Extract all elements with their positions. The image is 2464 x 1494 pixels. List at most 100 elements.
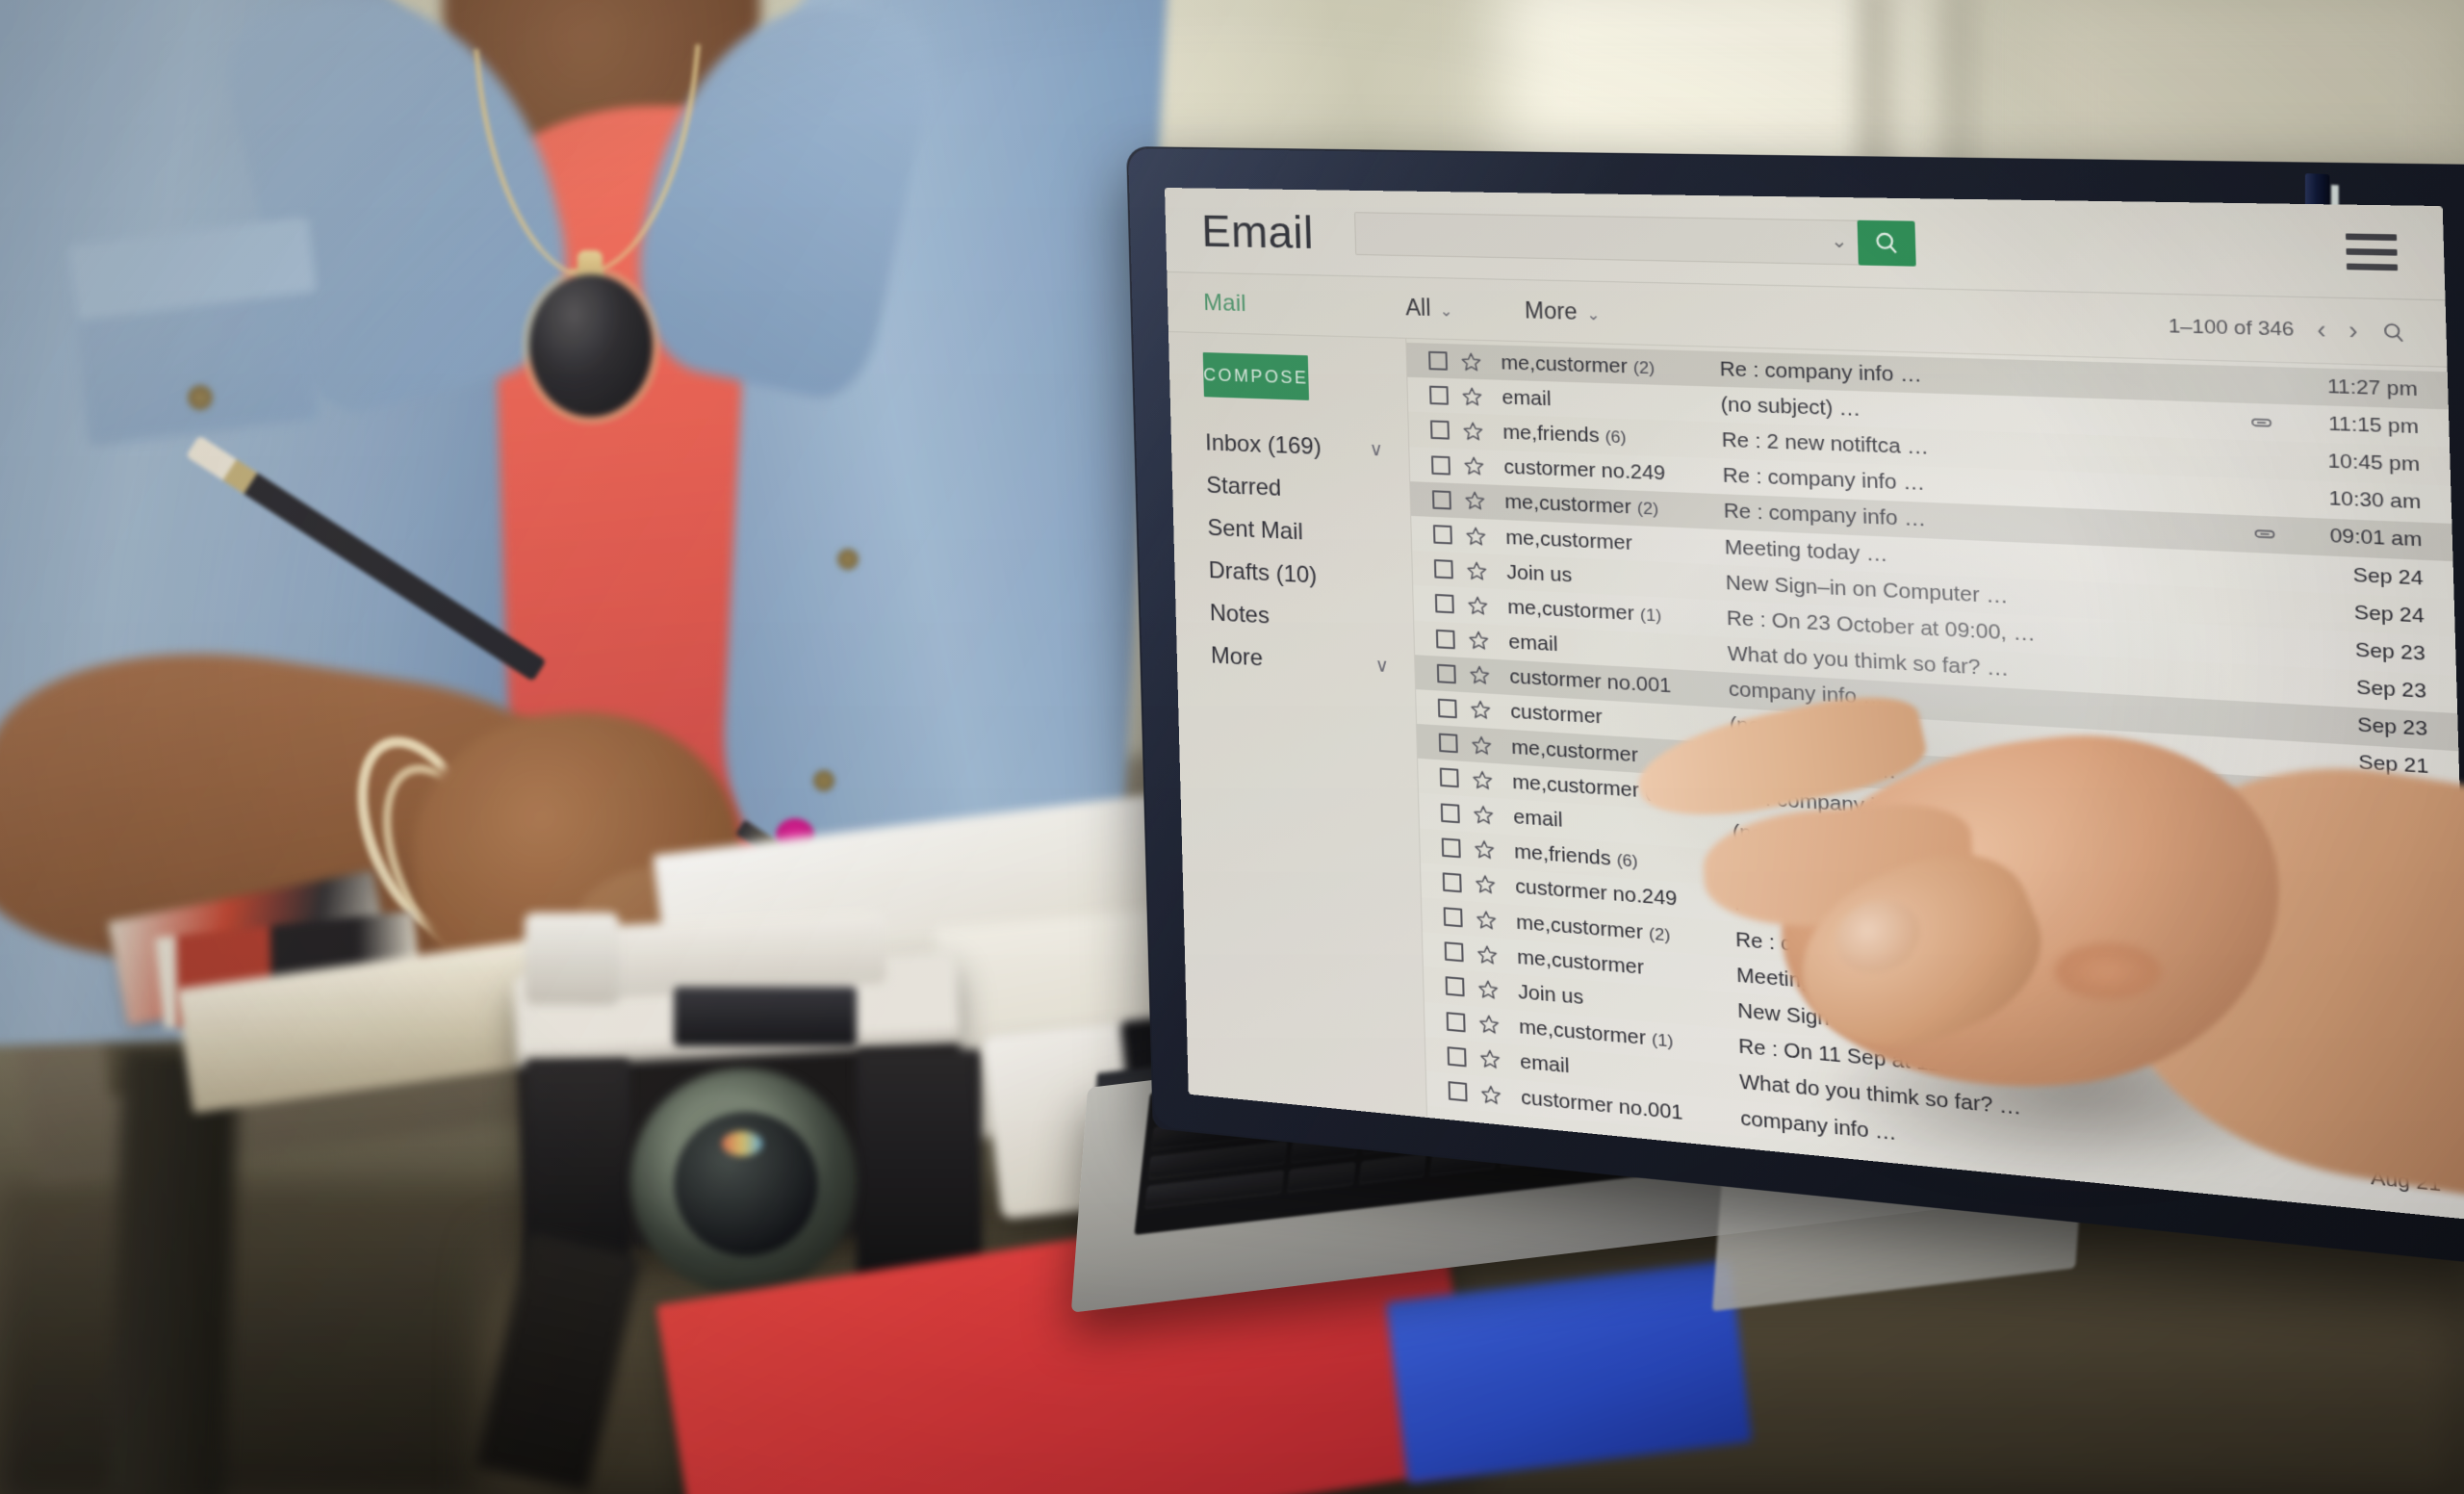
attachment-paperclip-icon: [2244, 415, 2283, 431]
chevron-down-icon[interactable]: ∨: [1370, 438, 1384, 461]
email-checkbox[interactable]: [1441, 803, 1460, 823]
email-timestamp: Sep 24: [2286, 561, 2423, 591]
email-sender-name: me,custormer: [1512, 770, 1639, 802]
search-icon: [1873, 229, 1902, 256]
sidebar-nav-list: Inbox (169) ∨ Starred Sent Mail Drafts (10) N…: [1170, 421, 1415, 689]
app-title: Email: [1201, 204, 1315, 259]
star-icon[interactable]: [1469, 698, 1496, 723]
email-checkbox[interactable]: [1439, 734, 1458, 754]
denim-button: [188, 385, 213, 410]
star-icon[interactable]: [1464, 524, 1491, 549]
attachment-placeholder: [2248, 571, 2287, 573]
star-icon[interactable]: [1461, 419, 1487, 444]
email-timestamp: 10:30 am: [2284, 486, 2421, 515]
attachment-placeholder: [2249, 608, 2288, 610]
email-checkbox[interactable]: [1434, 559, 1453, 579]
email-checkbox[interactable]: [1447, 1012, 1466, 1032]
email-checkbox[interactable]: [1432, 490, 1451, 509]
star-icon[interactable]: [1474, 907, 1501, 933]
filter-more-label: More: [1525, 297, 1578, 324]
attachment-placeholder: [2243, 385, 2281, 386]
sidebar: COMPOSE Inbox (169) ∨ Starred Sent Mail Draf…: [1168, 332, 1427, 1118]
email-thread-count: (2): [1637, 499, 1659, 519]
email-checkbox[interactable]: [1442, 837, 1461, 858]
star-icon[interactable]: [1465, 558, 1492, 583]
star-icon[interactable]: [1466, 593, 1493, 618]
email-checkbox[interactable]: [1438, 699, 1457, 719]
email-checkbox[interactable]: [1429, 386, 1449, 405]
hamburger-menu-icon[interactable]: [2346, 233, 2398, 270]
email-sender-name: email: [1520, 1050, 1570, 1078]
star-icon[interactable]: [1476, 977, 1502, 1003]
chevron-down-icon: ⌄: [1440, 303, 1453, 321]
star-icon[interactable]: [1459, 349, 1485, 374]
email-checkbox[interactable]: [1444, 907, 1463, 927]
email-checkbox[interactable]: [1448, 1046, 1467, 1067]
star-icon[interactable]: [1472, 803, 1499, 829]
email-checkbox[interactable]: [1443, 872, 1462, 892]
email-sender: me,custormer (2): [1504, 491, 1724, 525]
sidebar-item-label: Inbox (169): [1205, 429, 1322, 461]
pagination-label: 1–100 of 346: [2169, 315, 2295, 341]
email-sender: Join us: [1506, 560, 1726, 595]
star-icon[interactable]: [1473, 872, 1500, 898]
email-checkbox[interactable]: [1433, 525, 1452, 544]
email-sender: me,custormer (2): [1501, 350, 1720, 381]
email-sender-name: custormer: [1510, 701, 1603, 730]
email-thread-count: (6): [1616, 851, 1638, 871]
search-button[interactable]: [1858, 219, 1916, 266]
email-checkbox[interactable]: [1449, 1081, 1468, 1101]
star-icon[interactable]: [1471, 767, 1498, 793]
mail-label[interactable]: Mail: [1168, 288, 1406, 321]
next-page-button[interactable]: ›: [2348, 317, 2358, 346]
toolbar-search-icon[interactable]: [2380, 321, 2406, 345]
star-icon[interactable]: [1477, 1046, 1504, 1072]
star-icon[interactable]: [1475, 942, 1502, 968]
denim-button-mid-lower: [813, 770, 834, 791]
star-icon[interactable]: [1463, 489, 1489, 514]
star-icon[interactable]: [1470, 733, 1497, 758]
email-checkbox[interactable]: [1428, 351, 1448, 371]
compose-button[interactable]: COMPOSE: [1203, 352, 1310, 400]
email-checkbox[interactable]: [1436, 629, 1455, 649]
email-checkbox[interactable]: [1437, 663, 1456, 683]
star-icon[interactable]: [1473, 837, 1500, 863]
email-sender: me,custormer: [1505, 526, 1725, 559]
email-sender-name: custormer no.001: [1509, 665, 1672, 698]
search-chevron-down-icon[interactable]: ⌄: [1831, 230, 1848, 254]
filter-more-dropdown[interactable]: More ⌄: [1525, 297, 1601, 326]
email-timestamp: Sep 23: [2289, 635, 2426, 666]
attachment-placeholder: [2250, 646, 2289, 648]
star-icon[interactable]: [1478, 1082, 1505, 1108]
email-sender-name: me,custormer: [1516, 911, 1643, 943]
filter-all-dropdown[interactable]: All ⌄: [1405, 295, 1453, 322]
email-sender-name: me,friends: [1502, 421, 1600, 447]
email-checkbox[interactable]: [1440, 768, 1459, 788]
email-checkbox[interactable]: [1430, 421, 1450, 440]
email-sender-name: me,custormer: [1504, 491, 1631, 519]
search-input[interactable]: [1354, 212, 1863, 265]
star-icon[interactable]: [1462, 454, 1488, 479]
email-sender: me,custormer (1): [1507, 596, 1727, 631]
star-icon[interactable]: [1476, 1012, 1503, 1038]
star-icon[interactable]: [1468, 663, 1495, 688]
filter-all-label: All: [1405, 295, 1431, 321]
email-sender-name: custormer no.249: [1515, 875, 1678, 911]
star-icon[interactable]: [1460, 384, 1486, 409]
office-photo-scene: Email ⌄ Mail All ⌄ More ⌄ 1–100 of 346 ‹…: [0, 0, 2464, 1494]
email-checkbox[interactable]: [1435, 594, 1454, 614]
email-sender-name: me,custormer: [1519, 1016, 1646, 1050]
email-checkbox[interactable]: [1431, 455, 1450, 475]
lens-flare: [722, 1131, 762, 1156]
email-sender-name: me,custormer: [1511, 735, 1638, 766]
email-checkbox[interactable]: [1446, 977, 1465, 997]
attachment-placeholder: [2246, 497, 2284, 499]
email-thread-count: (2): [1649, 924, 1671, 945]
star-icon[interactable]: [1467, 629, 1494, 654]
chevron-down-icon[interactable]: ∨: [1375, 654, 1390, 677]
email-checkbox[interactable]: [1445, 941, 1464, 962]
desk-leg: [108, 1047, 239, 1494]
email-timestamp: 10:45 pm: [2283, 449, 2420, 477]
prev-page-button[interactable]: ‹: [2317, 316, 2326, 345]
man-knuckle: [2055, 943, 2161, 999]
